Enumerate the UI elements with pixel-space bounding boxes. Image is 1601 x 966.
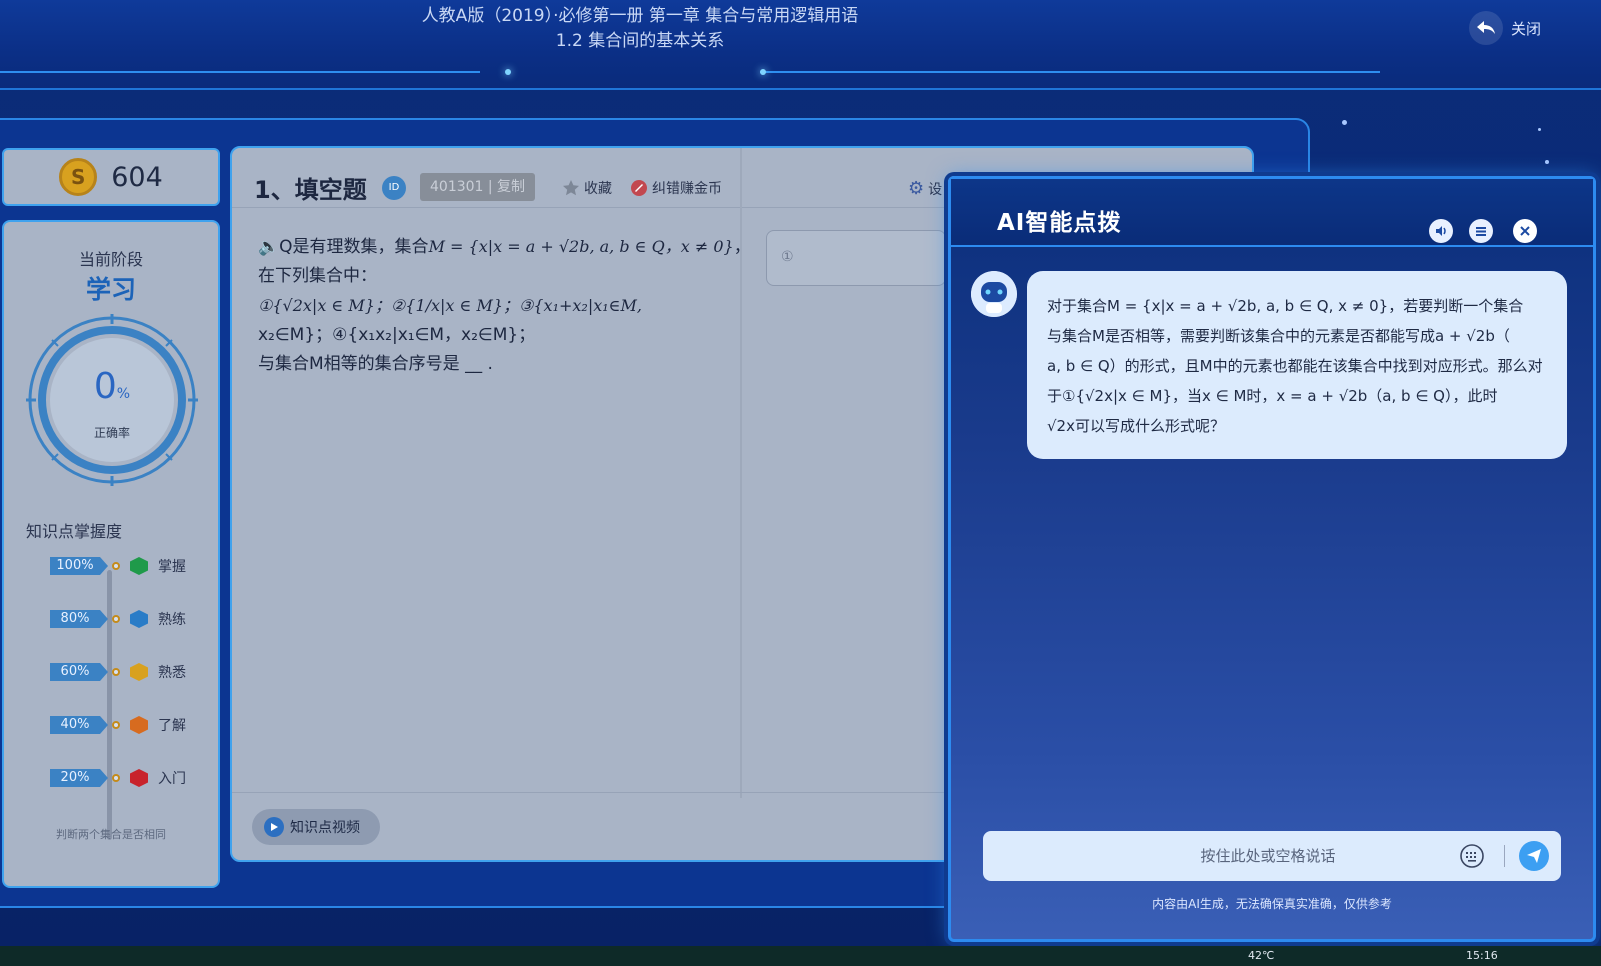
mastery-label: 熟练 [158, 612, 186, 628]
star-decoration [1538, 128, 1541, 131]
list-icon[interactable] [1469, 219, 1493, 243]
speaker-icon[interactable] [1429, 219, 1453, 243]
send-icon [1527, 849, 1541, 863]
mastery-label: 了解 [158, 718, 186, 734]
system-taskbar: 42℃ 15:16 [0, 946, 1601, 966]
question-line: 在下列集合中： [258, 266, 377, 286]
question-line: 🔈Q是有理数集，集合M = {x|x = a + √2b, a, b ∈ Q，x… [258, 237, 751, 257]
mastery-label: 掌握 [158, 559, 186, 575]
header-glow [760, 69, 766, 75]
ai-hint-panel: AI智能点拨 对于集合M = {x|x = a + √2b, a, b ∈ Q,… [948, 176, 1596, 942]
report-error-button[interactable]: 纠错赚金币 [630, 178, 722, 198]
ai-panel-title: AI智能点拨 [997, 210, 1122, 236]
keyboard-icon[interactable] [1459, 843, 1485, 869]
settings-label: 设 [928, 181, 943, 198]
star-decoration [1342, 120, 1347, 125]
pencil-icon [631, 180, 647, 196]
question-stem: 🔈Q是有理数集，集合M = {x|x = a + √2b, a, b ∈ Q，x… [258, 232, 751, 379]
green-cube-icon [130, 557, 148, 575]
ai-message-line: √2x可以写成什么形式呢？ [1047, 417, 1225, 435]
blue-cube-icon [130, 610, 148, 628]
play-icon [264, 817, 284, 837]
mastery-percent: 80% [50, 610, 108, 628]
page-title: 人教A版（2019）·必修第一册 第一章 集合与常用逻辑用语 1.2 集合间的基… [0, 4, 1280, 54]
accuracy-value: 0% [93, 366, 131, 407]
gear-icon: ⚙ [908, 178, 925, 199]
ai-panel-header: AI智能点拨 [951, 179, 1593, 247]
back-arrow-icon [1468, 11, 1503, 45]
mastery-label: 熟悉 [158, 665, 186, 681]
mastery-level: 100% 掌握 [50, 556, 186, 576]
ai-message-bubble: 对于集合M = {x|x = a + √2b, a, b ∈ Q, x ≠ 0}… [1027, 271, 1567, 459]
orange-cube-icon [130, 716, 148, 734]
ai-disclaimer: 内容由AI生成，无法确保真实准确，仅供参考 [1152, 897, 1392, 911]
settings-button[interactable]: ⚙ 设 [908, 178, 942, 199]
clock: 15:16 [1466, 949, 1498, 962]
ai-message-line: a, b ∈ Q）的形式，且M中的元素也都能在该集合中找到对应形式。那么对 [1047, 357, 1543, 375]
ai-message-line: 与集合M是否相等，需要判断该集合中的元素是否都能写成a + √2b（ [1047, 327, 1510, 345]
answer-input[interactable]: ① [766, 230, 946, 286]
close-icon[interactable] [1513, 219, 1537, 243]
ai-message-line: 于①{√2x|x ∈ M}，当x ∈ M时，x = a + √2b（a, b ∈… [1047, 387, 1498, 405]
star-decoration [1545, 160, 1549, 164]
yellow-cube-icon [130, 663, 148, 681]
mastery-percent: 60% [50, 663, 108, 681]
red-cube-icon [130, 769, 148, 787]
mastery-dot [112, 721, 120, 729]
mastery-dot [112, 615, 120, 623]
mastery-percent: 40% [50, 716, 108, 734]
robot-avatar-icon [971, 271, 1017, 317]
favorite-label: 收藏 [584, 181, 612, 197]
report-label: 纠错赚金币 [652, 181, 722, 197]
accuracy-label: 正确率 [93, 426, 130, 440]
app-header: 人教A版（2019）·必修第一册 第一章 集合与常用逻辑用语 1.2 集合间的基… [0, 0, 1601, 90]
close-label: 关闭 [1510, 19, 1541, 38]
answer-placeholder: ① [781, 249, 794, 265]
coin-icon: S [59, 158, 98, 196]
mastery-level: 80% 熟练 [50, 609, 186, 629]
stage-value: 学习 [85, 275, 136, 304]
favorite-button[interactable]: 收藏 [562, 178, 612, 198]
header-line-left [0, 71, 480, 73]
send-button[interactable] [1519, 841, 1549, 871]
mastery-dot [112, 668, 120, 676]
mastery-dot [112, 562, 120, 570]
mastery-percent: 20% [50, 769, 108, 787]
input-separator [1504, 845, 1505, 867]
question-line: 与集合M相等的集合序号是 __ . [258, 354, 493, 374]
header-line-right [760, 71, 1380, 73]
voice-input[interactable]: 按住此处或空格说话 [983, 831, 1561, 881]
ai-message-line: 对于集合M = {x|x = a + √2b, a, b ∈ Q, x ≠ 0}… [1047, 297, 1524, 315]
copy-id-button[interactable]: 401301 | 复制 [420, 173, 536, 201]
question-line: x₂∈M}；④{x₁x₂|x₁∈M，x₂∈M}； [258, 325, 536, 345]
mastery-level: 40% 了解 [50, 715, 186, 735]
section-title: 1.2 集合间的基本关系 [555, 31, 725, 51]
mastery-level: 20% 入门 [50, 768, 186, 788]
question-type-title: 1、填空题 [254, 176, 367, 204]
speaker-icon[interactable]: 🔈 [258, 237, 279, 257]
coin-count: 604 [111, 161, 163, 193]
mastery-label: 入门 [158, 771, 186, 787]
question-line: ①{√2x|x ∈ M}；②{1/x|x ∈ M}；③{x₁+x₂|x₁∈M, [258, 296, 642, 315]
knowledge-point-name: 判断两个集合是否相同 [56, 828, 166, 841]
close-button[interactable]: 关闭 [1468, 11, 1541, 45]
stage-label: 当前阶段 [78, 250, 143, 269]
id-icon: ID [382, 176, 406, 200]
knowledge-video-button[interactable]: 知识点视频 [252, 809, 380, 845]
mastery-level: 60% 熟悉 [50, 662, 186, 682]
course-title: 人教A版（2019）·必修第一册 第一章 集合与常用逻辑用语 [421, 6, 859, 26]
coin-balance: S 604 [2, 148, 220, 206]
temperature: 42℃ [1248, 949, 1275, 962]
header-glow [505, 69, 511, 75]
mastery-percent: 100% [50, 557, 108, 575]
video-label: 知识点视频 [290, 820, 360, 836]
star-icon [563, 180, 579, 196]
mastery-title: 知识点掌握度 [26, 522, 123, 541]
progress-panel: 当前阶段 学习 0% 正确率 知识点掌握度 100% 掌握 80% 熟练 60%… [2, 220, 220, 888]
mastery-dot [112, 774, 120, 782]
